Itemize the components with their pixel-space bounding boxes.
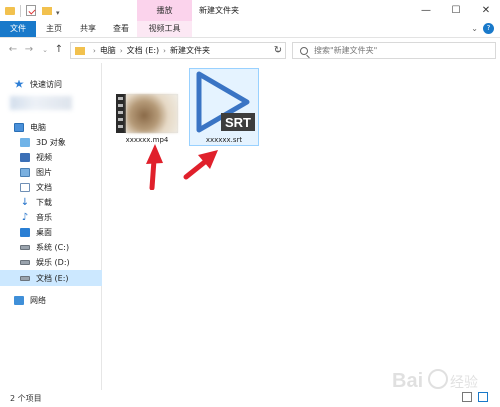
music-icon: ♪: [21, 211, 29, 223]
network-icon: [14, 295, 24, 305]
properties-icon[interactable]: [26, 5, 36, 16]
film-hole: [118, 125, 123, 128]
chevron-right-icon[interactable]: ›: [163, 47, 166, 55]
arrow-icon: [146, 144, 163, 190]
sidebar-item-3d-objects[interactable]: 3D 对象: [0, 135, 102, 149]
sidebar-item-drive-d[interactable]: 娱乐 (D:): [0, 255, 102, 269]
sidebar-item-label: 下载: [36, 197, 52, 207]
back-icon[interactable]: ←: [6, 42, 20, 58]
navigation-pane: 快速访问 电脑 3D 对象 视频 图片 文档 ↓ 下载 ♪ 音乐 桌面 系统 (…: [0, 63, 102, 390]
cube-icon: [20, 137, 30, 147]
arrow-icon: [183, 150, 218, 180]
tab-video-tools[interactable]: 视频工具: [137, 21, 192, 37]
subtitle-file-icon: SRT: [196, 71, 255, 133]
film-hole: [118, 111, 123, 114]
folder-icon: [5, 7, 15, 15]
sidebar-item-label: 3D 对象: [36, 137, 66, 147]
chevron-right-icon[interactable]: ›: [93, 47, 96, 55]
sidebar-item-label: 视频: [36, 152, 52, 162]
picture-icon: [20, 167, 30, 177]
sidebar-item-label: 文档 (E:): [36, 273, 69, 283]
search-placeholder: 搜索"新建文件夹": [314, 46, 378, 55]
breadcrumb-pc[interactable]: 电脑: [100, 45, 116, 56]
blurred-entry: [10, 96, 72, 110]
video-thumbnail[interactable]: [116, 94, 178, 133]
sidebar-item-label: 快速访问: [30, 79, 62, 89]
sidebar-item-network[interactable]: 网络: [0, 293, 102, 307]
baidu-watermark: Bai 经验: [392, 369, 478, 392]
minimize-button[interactable]: —: [412, 0, 440, 21]
sidebar-item-label: 音乐: [36, 212, 52, 222]
video-frame: [126, 94, 178, 133]
sidebar-item-label: 图片: [36, 167, 52, 177]
maximize-button[interactable]: ☐: [442, 0, 470, 21]
sidebar-item-drive-c[interactable]: 系统 (C:): [0, 240, 102, 254]
document-icon: [20, 182, 30, 192]
desktop-icon: [20, 227, 30, 237]
separator: [20, 5, 21, 17]
tab-file[interactable]: 文件: [0, 21, 36, 37]
sidebar-item-label: 网络: [30, 295, 46, 305]
svg-text:经验: 经验: [450, 374, 478, 390]
sidebar-item-music[interactable]: ♪ 音乐: [0, 210, 102, 224]
sidebar-item-label: 系统 (C:): [36, 242, 70, 252]
close-button[interactable]: ✕: [472, 0, 500, 21]
sidebar-item-videos[interactable]: 视频: [0, 150, 102, 164]
chevron-down-icon[interactable]: ⌄: [471, 24, 478, 33]
sidebar-item-this-pc[interactable]: 电脑: [0, 120, 102, 134]
breadcrumb-new-folder[interactable]: 新建文件夹: [170, 45, 210, 56]
folder-icon: [75, 46, 85, 55]
navigation-bar: ← → ⌄ ↑ › 电脑 › 文档 (E:) › 新建文件夹 ⌄ ↻ 搜索"新建…: [0, 38, 500, 63]
sidebar-item-pictures[interactable]: 图片: [0, 165, 102, 179]
sidebar-item-label: 电脑: [30, 122, 46, 132]
search-input[interactable]: 搜索"新建文件夹": [292, 42, 496, 59]
drive-icon: [20, 275, 30, 281]
film-hole: [118, 118, 123, 121]
refresh-icon[interactable]: ↻: [270, 42, 286, 59]
sidebar-item-desktop[interactable]: 桌面: [0, 225, 102, 239]
help-icon[interactable]: ?: [483, 23, 494, 34]
tab-view[interactable]: 查看: [106, 21, 136, 37]
breadcrumb-drive-e[interactable]: 文档 (E:): [127, 45, 160, 56]
srt-badge: SRT: [225, 115, 251, 130]
film-hole: [118, 104, 123, 107]
context-tab-play[interactable]: 播放: [137, 0, 192, 21]
drive-icon: [20, 259, 30, 265]
search-icon: [300, 46, 308, 55]
new-folder-icon[interactable]: [42, 7, 52, 15]
sidebar-item-label: 娱乐 (D:): [36, 257, 70, 267]
ribbon-tabs: 文件 主页 共享 查看 视频工具 ⌄ ?: [0, 21, 500, 38]
film-strip-icon: [116, 94, 126, 133]
computer-icon: [14, 122, 24, 132]
forward-icon[interactable]: →: [22, 42, 36, 58]
drive-icon: [20, 244, 30, 250]
recent-locations-icon[interactable]: ⌄: [38, 42, 52, 58]
star-icon: [14, 79, 24, 88]
sidebar-item-documents[interactable]: 文档: [0, 180, 102, 194]
svg-text:Bai: Bai: [392, 370, 423, 392]
title-bar: ▾ 播放 新建文件夹 — ☐ ✕: [0, 0, 500, 23]
customize-toolbar-icon[interactable]: ▾: [56, 6, 60, 20]
sidebar-item-quick-access[interactable]: 快速访问: [0, 77, 102, 91]
tab-home[interactable]: 主页: [40, 21, 68, 37]
item-count: 2 个项目: [10, 394, 42, 403]
sidebar-item-drive-e[interactable]: 文档 (E:): [0, 270, 102, 286]
chevron-right-icon[interactable]: ›: [120, 47, 123, 55]
sidebar-item-label: 文档: [36, 182, 52, 192]
sidebar-item-label: 桌面: [36, 227, 52, 237]
video-icon: [20, 152, 30, 162]
window-title: 新建文件夹: [199, 6, 239, 15]
download-icon: ↓: [20, 196, 30, 208]
sidebar-item-downloads[interactable]: ↓ 下载: [0, 195, 102, 209]
film-hole: [118, 97, 123, 100]
tab-share[interactable]: 共享: [72, 21, 104, 37]
file-name-srt[interactable]: xxxxxx.srt: [189, 136, 259, 144]
up-icon[interactable]: ↑: [52, 42, 66, 58]
address-bar[interactable]: › 电脑 › 文档 (E:) › 新建文件夹 ⌄: [70, 42, 286, 59]
